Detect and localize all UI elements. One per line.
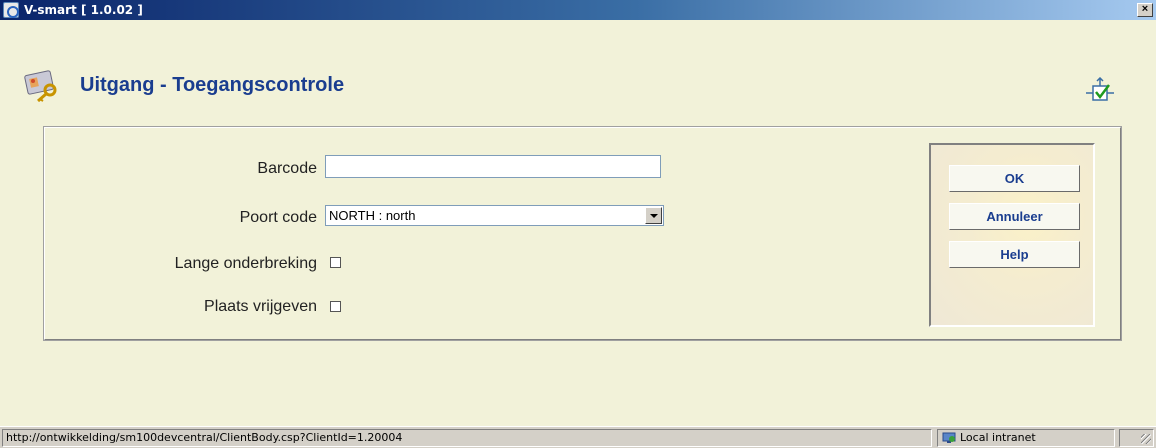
button-panel: OK Annuleer Help (929, 143, 1095, 327)
lange-onderbreking-checkbox[interactable] (330, 257, 341, 268)
annuleer-button[interactable]: Annuleer (949, 203, 1080, 230)
ok-button[interactable]: OK (949, 165, 1080, 192)
local-intranet-icon (942, 432, 956, 443)
poort-code-select[interactable]: NORTH : north (325, 205, 664, 226)
lange-onderbreking-label: Lange onderbreking (174, 255, 317, 272)
workflow-check-icon[interactable] (1085, 77, 1115, 105)
resize-grip[interactable] (1119, 429, 1154, 447)
plaats-vrijgeven-checkbox[interactable] (330, 301, 341, 312)
browser-icon (3, 2, 19, 18)
poort-code-label: Poort code (239, 209, 317, 226)
window-title: V-smart [ 1.0.02 ] (24, 3, 143, 17)
barcode-input[interactable] (325, 155, 661, 178)
help-button[interactable]: Help (949, 241, 1080, 268)
poort-code-value: NORTH : north (329, 208, 416, 223)
security-zone-label: Local intranet (960, 431, 1036, 444)
id-card-key-icon (24, 70, 57, 102)
barcode-label: Barcode (257, 160, 317, 177)
status-bar: http://ontwikkelding/sm100devcentral/Cli… (0, 426, 1156, 448)
security-zone: Local intranet (937, 429, 1115, 447)
chevron-down-icon[interactable] (645, 207, 662, 224)
title-bar[interactable]: V-smart [ 1.0.02 ] × (0, 0, 1156, 20)
app-window: V-smart [ 1.0.02 ] × Uitgang - Toegangsc… (0, 0, 1156, 448)
status-url: http://ontwikkelding/sm100devcentral/Cli… (2, 429, 932, 447)
plaats-vrijgeven-label: Plaats vrijgeven (204, 298, 317, 315)
page-title: Uitgang - Toegangscontrole (80, 74, 345, 96)
close-button[interactable]: × (1137, 3, 1153, 17)
